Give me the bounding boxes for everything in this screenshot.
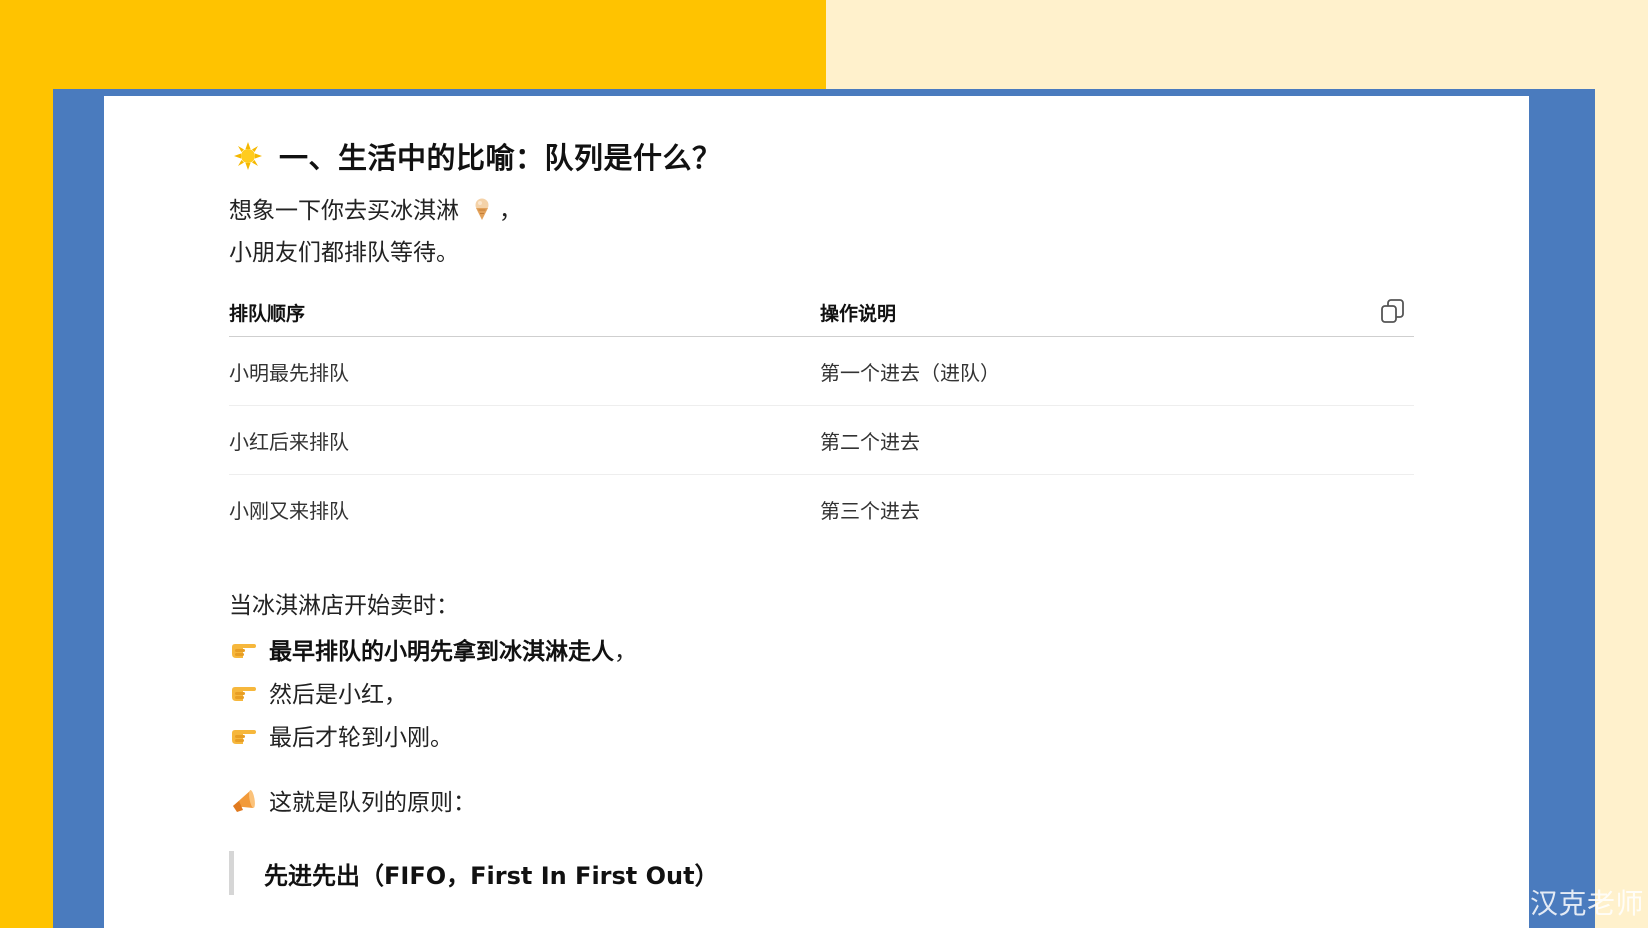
list-item-bold: 最早排队的小明先拿到冰淇淋走人 xyxy=(269,638,614,665)
list-item-text: 最后才轮到小刚。 xyxy=(269,724,453,751)
sale-lead: 当冰淇淋店开始卖时： xyxy=(229,593,459,619)
fifo-quote: 先进先出（FIFO，First In First Out） xyxy=(229,851,1414,895)
table-cell: 小明最先排队 xyxy=(229,336,820,406)
intro-suffix: ， xyxy=(499,198,522,224)
slide: 一、生活中的比喻：队列是什么？ 想象一下你去买冰淇淋 ， 小朋友们都排队等待。 … xyxy=(0,0,1648,928)
ice-cream-icon xyxy=(475,198,489,220)
section-title: 一、生活中的比喻：队列是什么？ xyxy=(279,141,722,175)
watermark: CSDN @汉克老师 xyxy=(1410,887,1644,920)
table-header-row: 排队顺序 操作说明 xyxy=(229,288,1414,337)
copy-icon[interactable] xyxy=(1380,298,1406,324)
intro-line-2: 小朋友们都排队等待。 xyxy=(229,240,459,266)
list-item: 最后才轮到小刚。 xyxy=(229,713,1414,756)
pointing-hand-icon xyxy=(232,729,256,744)
section-heading-row: 一、生活中的比喻：队列是什么？ xyxy=(229,136,1414,176)
pointing-hand-icon xyxy=(232,643,256,658)
table-row: 小红后来排队 第二个进去 xyxy=(229,405,1414,475)
megaphone-icon xyxy=(233,789,255,812)
list-item: 然后是小红， xyxy=(229,670,1414,713)
table-row: 小明最先排队 第一个进去（进队） xyxy=(229,336,1414,406)
fifo-quote-text: 先进先出（FIFO，First In First Out） xyxy=(264,861,719,890)
sun-icon xyxy=(234,142,262,170)
pointing-hand-icon xyxy=(232,686,256,701)
table-cell: 第二个进去 xyxy=(820,405,1414,475)
intro-line-1: 想象一下你去买冰淇淋 ， xyxy=(229,190,1414,232)
table-cell: 小刚又来排队 xyxy=(229,498,349,523)
principle-line: 这就是队列的原则： xyxy=(229,778,1414,821)
column-header-description-label: 操作说明 xyxy=(820,302,897,325)
document-page: 一、生活中的比喻：队列是什么？ 想象一下你去买冰淇淋 ， 小朋友们都排队等待。 … xyxy=(104,96,1529,928)
list-item-text: 然后是小红， xyxy=(269,681,407,708)
queue-table: 排队顺序 操作说明 小明最先排队 第一个进去（进队） 小红后来排队 第二个进去 … xyxy=(229,288,1414,543)
table-cell: 第三个进去 xyxy=(820,498,920,523)
list-item-text: ， xyxy=(614,638,637,665)
column-header-order: 排队顺序 xyxy=(229,288,820,337)
table-cell: 第一个进去（进队） xyxy=(820,336,1414,406)
column-header-description: 操作说明 xyxy=(820,288,1414,337)
table-row: 小刚又来排队 第三个进去 xyxy=(229,475,1414,544)
principle-text: 这就是队列的原则： xyxy=(269,789,476,816)
document-content: 一、生活中的比喻：队列是什么？ 想象一下你去买冰淇淋 ， 小朋友们都排队等待。 … xyxy=(229,136,1414,895)
table-cell: 小红后来排队 xyxy=(229,405,820,475)
list-item: 最早排队的小明先拿到冰淇淋走人， xyxy=(229,627,1414,670)
intro-text: 想象一下你去买冰淇淋 xyxy=(229,198,459,224)
